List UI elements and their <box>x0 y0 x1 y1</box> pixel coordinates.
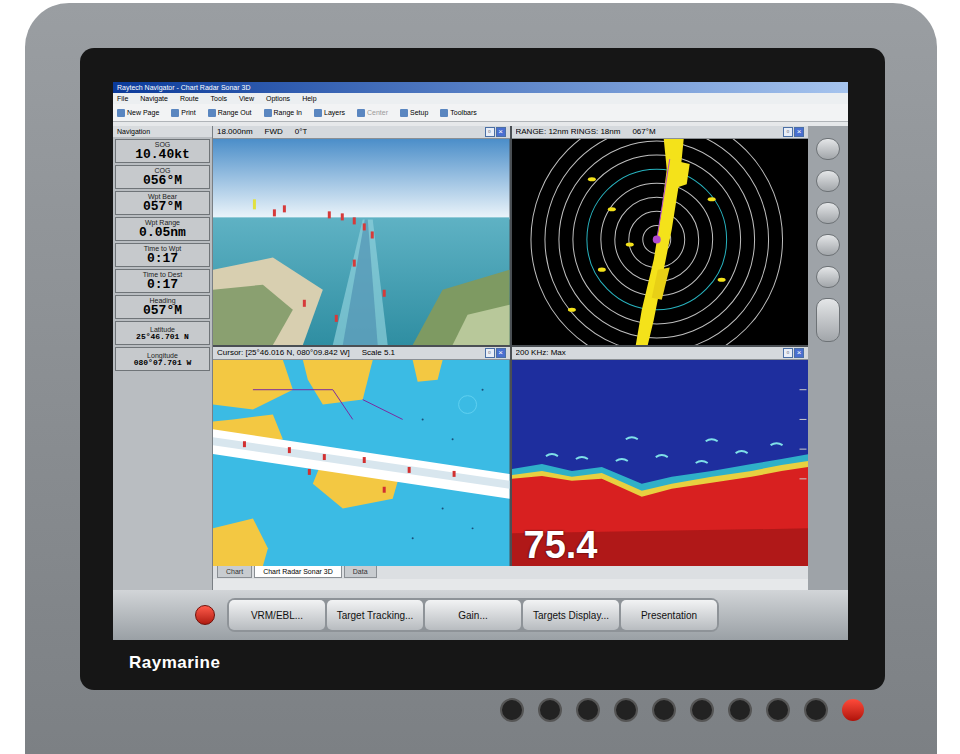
sidebar-item[interactable]: Longitude080°07.701 W <box>115 347 210 371</box>
hardware-button[interactable] <box>766 698 790 722</box>
menu-item[interactable]: Help <box>302 95 316 102</box>
toolbar-button[interactable]: Toolbars <box>440 109 476 117</box>
menu-item[interactable]: File <box>117 95 128 102</box>
chart-pane: Cursor: [25°46.016 N, 080°09.842 W]Scale… <box>213 347 510 566</box>
rocker-button[interactable] <box>816 298 840 342</box>
sidebar-title: Navigation <box>113 126 212 137</box>
toolbar-icon <box>264 109 272 117</box>
toolbar-icon <box>314 109 322 117</box>
toolbar-button[interactable]: Setup <box>400 109 428 117</box>
power-button[interactable] <box>842 699 864 721</box>
toolbar-icon <box>208 109 216 117</box>
chart-pane-header: Cursor: [25°46.016 N, 080°09.842 W]Scale… <box>213 347 510 360</box>
toolbar-icon <box>400 109 408 117</box>
sonar-view[interactable]: 75.4 <box>512 360 809 566</box>
sidebar-item[interactable]: Wpt Range0.05nm <box>115 217 210 241</box>
panel-window-button[interactable]: × <box>496 348 506 358</box>
sidebar-item[interactable]: COG056°M <box>115 165 210 189</box>
toolbar-button[interactable]: Range Out <box>208 109 252 117</box>
radar-pane: RANGE: 12nm RINGS: 18nm067°M▫× <box>512 126 809 345</box>
power-softkey[interactable] <box>195 605 215 625</box>
sidebar-item[interactable]: Latitude25°46.701 N <box>115 321 210 345</box>
hardware-button[interactable] <box>652 698 676 722</box>
page: Raytech Navigator - Chart Radar Sonar 3D… <box>0 0 960 754</box>
side-buttons <box>808 126 848 590</box>
hardware-button[interactable] <box>690 698 714 722</box>
chart-view[interactable] <box>213 360 510 566</box>
hardware-button[interactable] <box>500 698 524 722</box>
panes: 18.000nmFWD0°T▫×RANGE: 12nm RINGS: 18nm0… <box>213 126 808 590</box>
page-tab[interactable]: Chart Radar Sonar 3D <box>254 566 342 578</box>
panel-window-button[interactable]: × <box>794 348 804 358</box>
screen-frame: Raytech Navigator - Chart Radar Sonar 3D… <box>80 48 885 690</box>
panel-window-button[interactable]: ▫ <box>485 127 495 137</box>
toolbar-button[interactable]: Center <box>357 109 388 117</box>
sidebar: Navigation SOG10.40ktCOG056°MWpt Bear057°… <box>113 126 213 590</box>
hardware-button[interactable] <box>804 698 828 722</box>
hardware-button[interactable] <box>614 698 638 722</box>
pane-grid: 18.000nmFWD0°T▫×RANGE: 12nm RINGS: 18nm0… <box>213 126 808 566</box>
side-button[interactable] <box>816 138 840 160</box>
toolbar-button[interactable]: Layers <box>314 109 345 117</box>
sidebar-item[interactable]: Wpt Bear057°M <box>115 191 210 215</box>
app-window: Raytech Navigator - Chart Radar Sonar 3D… <box>113 82 848 590</box>
radar-pane-header: RANGE: 12nm RINGS: 18nm067°M▫× <box>512 126 809 139</box>
panel-window-button[interactable]: ▫ <box>783 127 793 137</box>
toolbar-button[interactable]: Range In <box>264 109 302 117</box>
device-bezel: Raytech Navigator - Chart Radar Sonar 3D… <box>25 3 937 754</box>
softkey[interactable]: Presentation <box>621 600 717 630</box>
toolbar-icon <box>440 109 448 117</box>
softkey-group: VRM/EBL...Target Tracking...Gain...Targe… <box>227 598 719 632</box>
radar-view[interactable] <box>512 139 809 345</box>
sidebar-item[interactable]: Heading057°M <box>115 295 210 319</box>
hardware-button[interactable] <box>728 698 752 722</box>
panel-window-button[interactable]: × <box>794 127 804 137</box>
menu-item[interactable]: Options <box>266 95 290 102</box>
3d-pane: 18.000nmFWD0°T▫× <box>213 126 510 345</box>
screen: Raytech Navigator - Chart Radar Sonar 3D… <box>113 82 848 640</box>
toolbar-icon <box>117 109 125 117</box>
3d-pane-header: 18.000nmFWD0°T▫× <box>213 126 510 139</box>
panel-window-button[interactable]: ▫ <box>485 348 495 358</box>
toolbar-button[interactable]: Print <box>171 109 195 117</box>
main-area: Navigation SOG10.40ktCOG056°MWpt Bear057°… <box>113 122 848 590</box>
toolbar-icon <box>171 109 179 117</box>
sonar-pane-header: 200 KHz: Max▫× <box>512 347 809 360</box>
title-bar: Raytech Navigator - Chart Radar Sonar 3D <box>113 82 848 93</box>
softkey[interactable]: Gain... <box>425 600 521 630</box>
menu-item[interactable]: Route <box>180 95 199 102</box>
menu-item[interactable]: Navigate <box>140 95 168 102</box>
hardware-button[interactable] <box>538 698 562 722</box>
depth-reading: 75.4 <box>524 526 598 564</box>
toolbar: New Page Print Range Out Range In Layers Cent… <box>113 104 848 122</box>
page-tabs: ChartChart Radar Sonar 3DData <box>213 566 808 579</box>
hardware-button[interactable] <box>576 698 600 722</box>
panel-window-button[interactable]: ▫ <box>783 348 793 358</box>
side-button[interactable] <box>816 234 840 256</box>
softkey-bar: VRM/EBL...Target Tracking...Gain...Targe… <box>113 590 848 640</box>
softkey[interactable]: Targets Display... <box>523 600 619 630</box>
side-button[interactable] <box>816 202 840 224</box>
menu-item[interactable]: View <box>239 95 254 102</box>
brand-logo: Raymarine <box>129 653 220 672</box>
panel-window-button[interactable]: × <box>496 127 506 137</box>
brand-row: Raymarine <box>113 640 852 676</box>
menu-item[interactable]: Tools <box>211 95 227 102</box>
menu-bar: File Navigate Route Tools View Options Help <box>113 93 848 104</box>
page-tab[interactable]: Data <box>344 566 377 578</box>
sidebar-item[interactable]: SOG10.40kt <box>115 139 210 163</box>
page-tab[interactable]: Chart <box>217 566 252 578</box>
3d-view[interactable] <box>213 139 510 345</box>
side-button[interactable] <box>816 266 840 288</box>
toolbar-icon <box>357 109 365 117</box>
sonar-pane: 200 KHz: Max▫× 75.4 <box>512 347 809 566</box>
softkey[interactable]: Target Tracking... <box>327 600 423 630</box>
sidebar-item[interactable]: Time to Dest0:17 <box>115 269 210 293</box>
toolbar-button[interactable]: New Page <box>117 109 159 117</box>
side-button[interactable] <box>816 170 840 192</box>
sidebar-item[interactable]: Time to Wpt0:17 <box>115 243 210 267</box>
softkey[interactable]: VRM/EBL... <box>229 600 325 630</box>
hardware-buttons <box>80 690 937 722</box>
